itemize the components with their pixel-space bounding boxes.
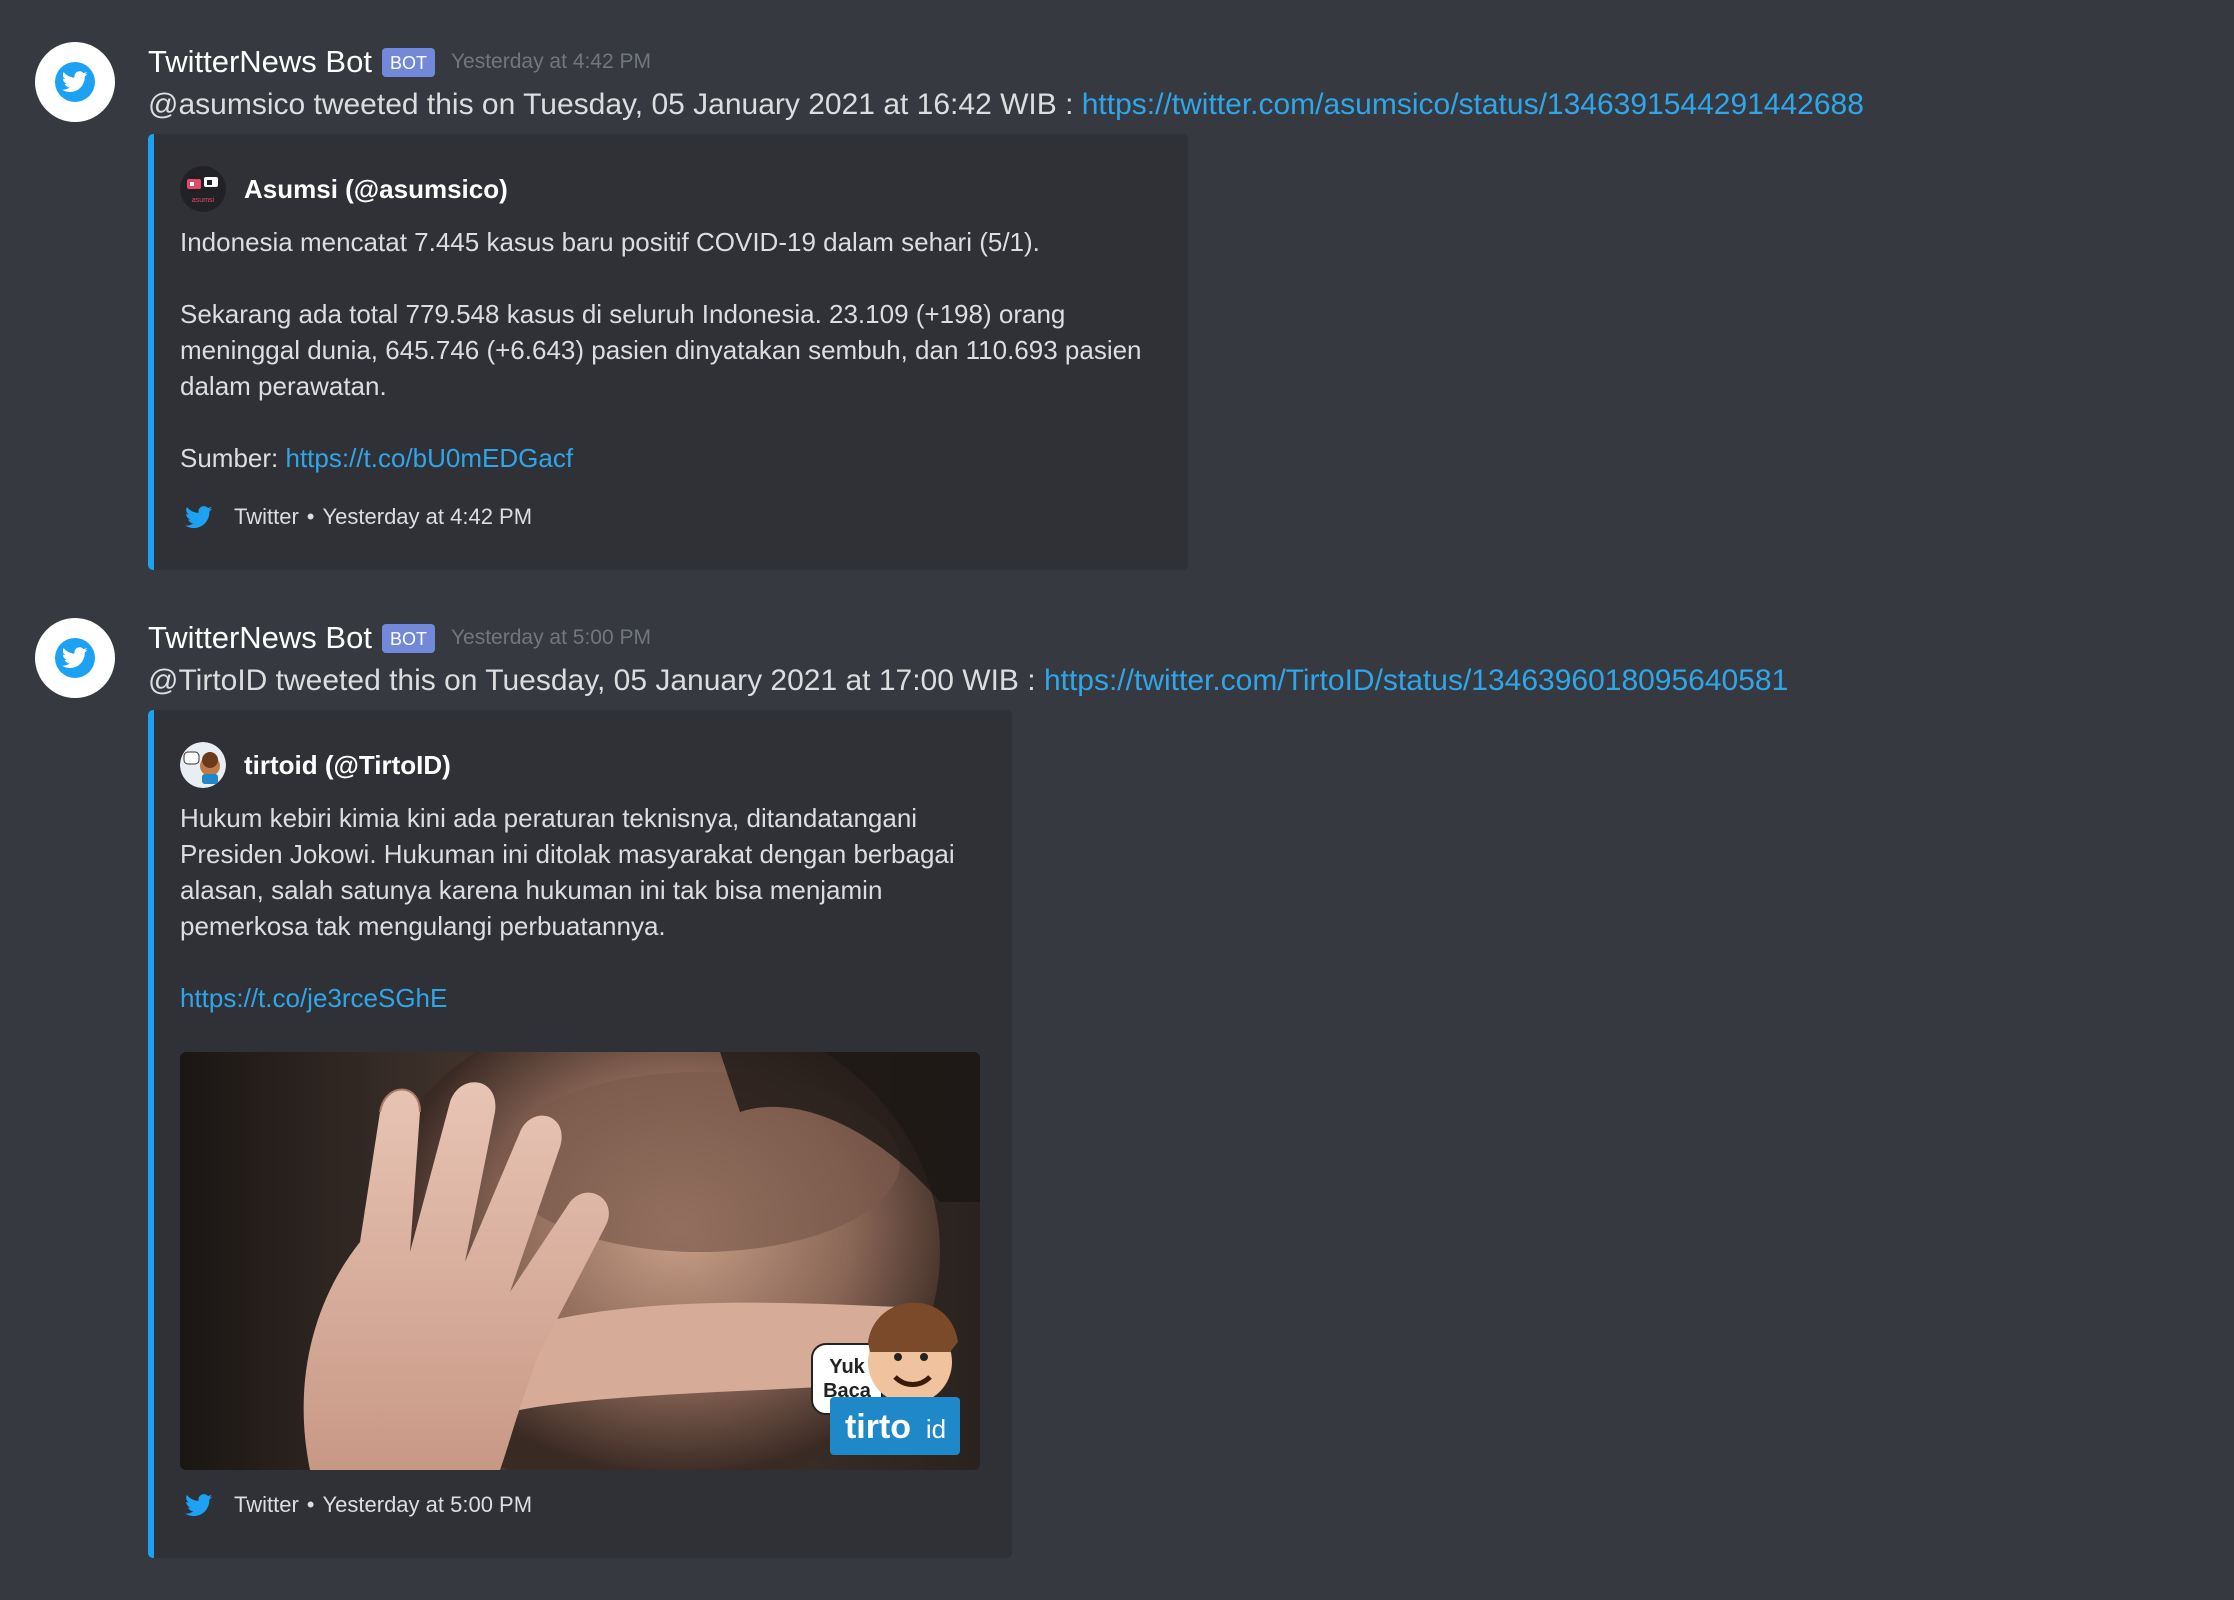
twitter-bird-icon <box>55 638 95 678</box>
embed-source: Sumber: https://t.co/bU0mEDGacf <box>180 440 1160 476</box>
embed-description: Indonesia mencatat 7.445 kasus baru posi… <box>180 224 1160 476</box>
username[interactable]: TwitterNews Bot <box>148 44 372 80</box>
tweet-link[interactable]: https://twitter.com/asumsico/status/1346… <box>1082 88 1864 121</box>
embed-footer: Twitter • Yesterday at 5:00 PM <box>184 1490 532 1520</box>
footer-separator: • <box>306 1492 315 1517</box>
message-1: TwitterNews Bot BOT Yesterday at 4:42 PM… <box>0 42 2234 572</box>
message-content: @asumsico tweeted this on Tuesday, 05 Ja… <box>148 88 1864 122</box>
embed-image[interactable]: Yuk Baca tirto id <box>180 1052 980 1470</box>
embed-description: Hukum kebiri kimia kini ada peraturan te… <box>180 800 980 1016</box>
tweet-embed: asumsi Asumsi (@asumsico) Indonesia menc… <box>148 134 1188 570</box>
embed-author: asumsi Asumsi (@asumsico) <box>180 166 508 212</box>
source-label: Sumber: <box>180 443 286 473</box>
tweet-link[interactable]: https://twitter.com/TirtoID/status/13463… <box>1044 664 1788 697</box>
footer-source: Twitter <box>234 1492 299 1517</box>
mascot-bubble-line1: Yuk <box>829 1356 865 1378</box>
twitter-bird-icon <box>55 62 95 102</box>
embed-desc-line-2: Sekarang ada total 779.548 kasus di selu… <box>180 299 1142 401</box>
embed-author-name[interactable]: Asumsi (@asumsico) <box>244 174 508 205</box>
message-header: TwitterNews Bot BOT Yesterday at 4:42 PM <box>148 42 651 82</box>
tirto-logo-suffix: id <box>926 1414 946 1444</box>
bot-tag: BOT <box>381 47 435 77</box>
embed-author: tirtoid (@TirtoID) <box>180 742 451 788</box>
message-timestamp[interactable]: Yesterday at 4:42 PM <box>451 50 651 74</box>
twitter-bird-icon <box>184 1490 214 1520</box>
bot-tag: BOT <box>381 623 435 653</box>
message-text: @TirtoID tweeted this on Tuesday, 05 Jan… <box>148 664 1044 697</box>
tco-link[interactable]: https://t.co/je3rceSGhE <box>180 983 447 1013</box>
message-header: TwitterNews Bot BOT Yesterday at 5:00 PM <box>148 618 651 658</box>
embed-footer: Twitter • Yesterday at 4:42 PM <box>184 502 532 532</box>
embed-author-name[interactable]: tirtoid (@TirtoID) <box>244 750 451 781</box>
asumsi-logo-text: asumsi <box>192 197 215 204</box>
footer-source: Twitter <box>234 504 299 529</box>
tirtoid-avatar[interactable] <box>180 742 226 788</box>
footer-separator: • <box>306 504 315 529</box>
twitter-bird-icon <box>184 502 214 532</box>
embed-desc-link: https://t.co/je3rceSGhE <box>180 980 980 1016</box>
embed-desc-line-1: Hukum kebiri kimia kini ada peraturan te… <box>180 803 955 941</box>
footer-time: Yesterday at 5:00 PM <box>322 1492 533 1517</box>
message-2: TwitterNews Bot BOT Yesterday at 5:00 PM… <box>0 618 2234 1558</box>
bot-avatar[interactable] <box>35 42 115 122</box>
message-content: @TirtoID tweeted this on Tuesday, 05 Jan… <box>148 664 1788 698</box>
tweet-embed: tirtoid (@TirtoID) Hukum kebiri kimia ki… <box>148 710 1012 1558</box>
message-timestamp[interactable]: Yesterday at 5:00 PM <box>451 626 651 650</box>
bot-avatar[interactable] <box>35 618 115 698</box>
embed-desc-line-1: Indonesia mencatat 7.445 kasus baru posi… <box>180 227 1040 257</box>
chat-messages: TwitterNews Bot BOT Yesterday at 4:42 PM… <box>0 0 2234 1600</box>
message-text: @asumsico tweeted this on Tuesday, 05 Ja… <box>148 88 1082 121</box>
asumsi-avatar[interactable]: asumsi <box>180 166 226 212</box>
source-link[interactable]: https://t.co/bU0mEDGacf <box>286 443 574 473</box>
tirto-logo-text: tirto <box>845 1408 911 1446</box>
footer-time: Yesterday at 4:42 PM <box>322 504 533 529</box>
username[interactable]: TwitterNews Bot <box>148 620 372 656</box>
